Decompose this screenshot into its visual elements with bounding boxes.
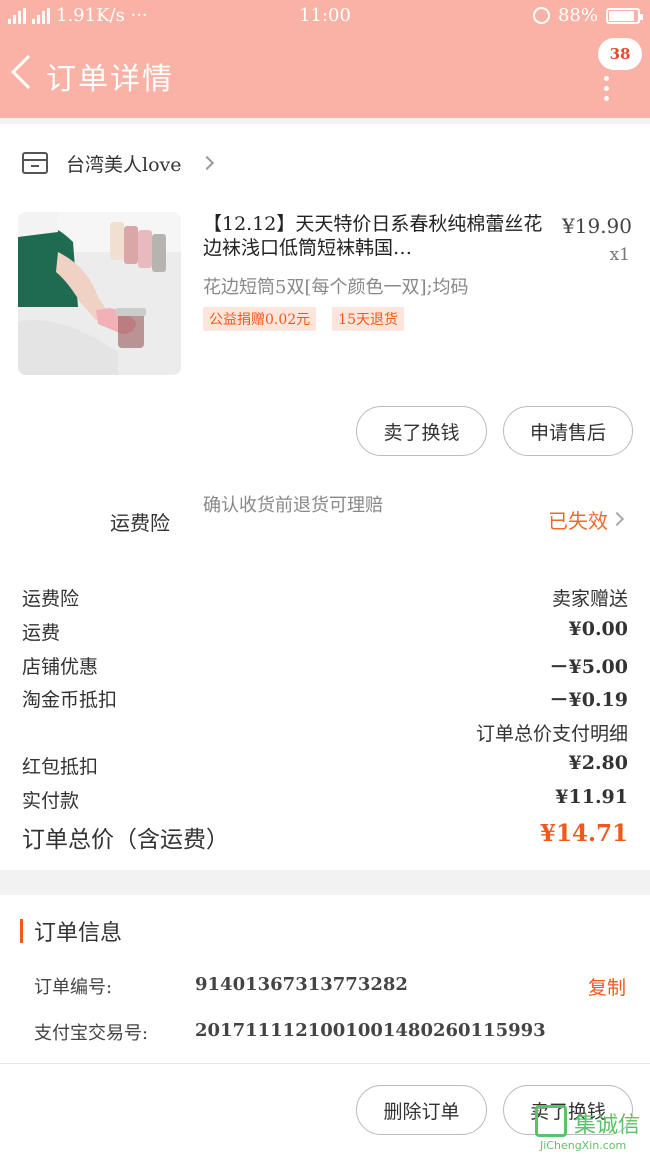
watermark-url: JiChengXin.com	[540, 1139, 627, 1152]
summary-key: 运费	[22, 622, 61, 644]
summary-key: 实付款	[22, 790, 80, 812]
alarm-icon	[532, 7, 550, 24]
summary-key: 红包抵扣	[22, 756, 99, 778]
product-title[interactable]: 【12.12】天天特价日系春秋纯棉蕾丝花边袜浅口低筒短袜韩国…	[203, 212, 548, 260]
section-accent-bar	[20, 919, 23, 943]
summary-row: 店铺优惠 －¥5.00	[22, 650, 628, 678]
watermark: 集诚信 JiChengXin.com	[530, 1105, 650, 1155]
order-info-heading: 订单信息	[34, 921, 123, 946]
battery-percent: 88%	[557, 5, 598, 26]
insurance-label: 运费险	[110, 511, 170, 535]
summary-value: ¥2.80	[568, 752, 629, 774]
summary-value: ¥11.91	[555, 786, 628, 808]
order-total-value: ¥14.71	[539, 820, 628, 847]
page-title: 订单详情	[46, 62, 174, 97]
summary-value: 卖家赠送	[551, 588, 628, 610]
summary-row: 实付款 ¥11.91	[22, 784, 628, 812]
product-sku: 花边短筒5双[每个颜色一双];均码	[203, 277, 469, 298]
back-icon[interactable]	[11, 55, 45, 89]
summary-key: 运费险	[22, 588, 80, 610]
shop-icon	[22, 152, 48, 174]
summary-key: 店铺优惠	[22, 656, 99, 678]
summary-value: －¥5.00	[549, 656, 629, 678]
more-icon[interactable]	[604, 76, 610, 106]
message-badge[interactable]: 38	[598, 38, 642, 70]
status-right: 88%	[532, 5, 643, 26]
order-total-label: 订单总价（含运费）	[22, 827, 229, 853]
tag-charity: 公益捐赠0.02元	[203, 307, 317, 331]
divider	[0, 1063, 650, 1064]
insurance-status: 已失效	[548, 509, 608, 533]
nav-bar: 订单详情 38	[0, 34, 650, 118]
battery-icon	[606, 7, 643, 24]
order-total-row: 订单总价（含运费） ¥14.71	[22, 818, 628, 853]
summary-value: ¥0.00	[568, 618, 629, 640]
summary-value: －¥0.19	[549, 689, 629, 711]
watermark-text: 集诚信	[574, 1113, 641, 1138]
product-tags: 公益捐赠0.02元 15天退货	[203, 307, 404, 331]
product-image[interactable]	[18, 212, 181, 375]
summary-row: 淘金币抵扣 －¥0.19	[22, 683, 628, 711]
product-quantity: x1	[609, 245, 630, 265]
summary-value: 订单总价支付明细	[475, 723, 628, 745]
alipay-trade-label: 支付宝交易号:	[34, 1023, 149, 1044]
delete-order-button[interactable]: 删除订单	[356, 1085, 487, 1135]
product-photo	[18, 212, 181, 375]
summary-key: 淘金币抵扣	[22, 689, 118, 711]
insurance-desc: 确认收货前退货可理赔	[203, 495, 383, 516]
payment-detail-link[interactable]: 订单总价支付明细	[22, 717, 628, 745]
summary-row: 红包抵扣 ¥2.80	[22, 750, 628, 778]
shop-link[interactable]: 台湾美人love	[22, 146, 214, 180]
order-number-label: 订单编号:	[34, 977, 113, 998]
watermark-logo-icon	[535, 1105, 567, 1137]
alipay-trade-number: 2017111121001001480260115993	[195, 1020, 546, 1041]
order-number: 91401367313773282	[195, 974, 408, 995]
status-bar: 1.91K/s ··· 11:00 88%	[0, 0, 650, 34]
shop-name: 台湾美人love	[66, 153, 182, 176]
summary-row: 运费险 卖家赠送	[22, 582, 628, 610]
chevron-right-icon	[199, 155, 214, 171]
product-price: ¥19.90	[562, 214, 632, 238]
tag-return: 15天退货	[332, 307, 404, 331]
summary-row: 运费 ¥0.00	[22, 616, 628, 644]
copy-button[interactable]: 复制	[588, 973, 626, 1000]
apply-after-sale-button[interactable]: 申请售后	[503, 406, 633, 456]
sell-for-cash-button[interactable]: 卖了换钱	[356, 406, 487, 456]
order-card: 台湾美人love 【12.12】天天特价日系春秋纯棉蕾丝花边袜浅口低筒短袜韩国……	[0, 124, 650, 870]
chevron-right-icon	[609, 511, 625, 527]
shipping-insurance-row[interactable]: 运费险 确认收货前退货可理赔 已失效	[0, 492, 650, 544]
